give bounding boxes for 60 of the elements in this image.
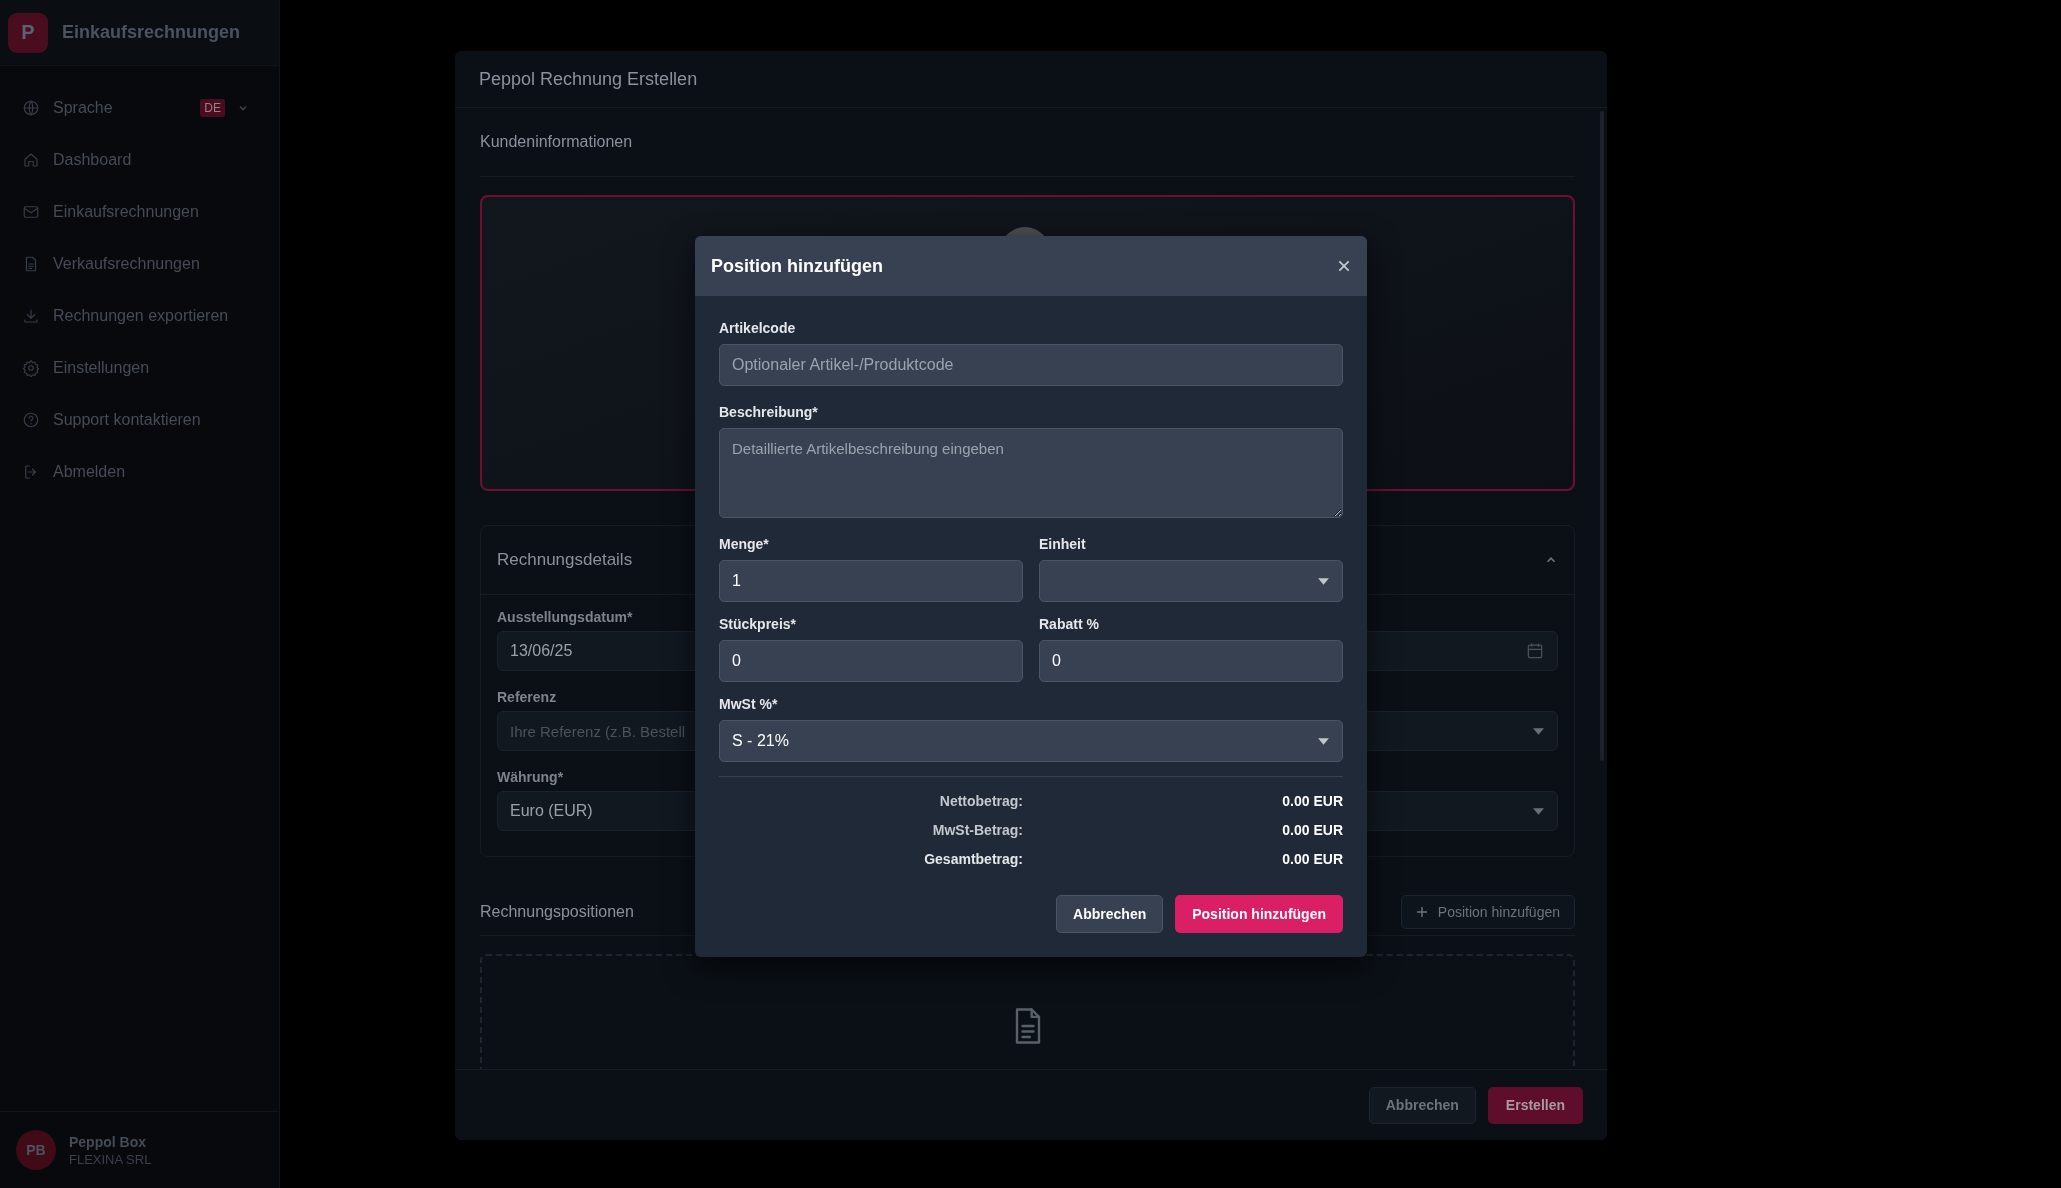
field-label: Einheit: [1039, 536, 1087, 553]
dialog-title: Peppol Rechnung Erstellen: [479, 68, 698, 90]
sidebar-item[interactable]: Einkaufsrechnungen: [0, 186, 279, 238]
sidebar-item[interactable]: Abmelden: [0, 446, 279, 498]
sidebar-item[interactable]: Sprache DE: [0, 82, 279, 134]
field-label: Referenz: [497, 689, 557, 705]
plus-icon: [1415, 906, 1428, 918]
language-badge: DE: [200, 99, 225, 117]
total-value: 0.00 EUR: [1281, 793, 1343, 809]
home-icon: [22, 151, 40, 169]
sidebar-item[interactable]: Dashboard: [0, 134, 279, 186]
add-position-button[interactable]: Position hinzufügen: [1400, 895, 1575, 929]
create-button[interactable]: Erstellen: [1487, 1086, 1583, 1124]
dropdown-arrow-icon: [1532, 726, 1545, 736]
sidebar-item[interactable]: Verkaufsrechnungen: [0, 238, 279, 290]
input-field[interactable]: 1: [719, 560, 1023, 602]
field-label: MwSt %*: [719, 696, 779, 713]
total-value: 0.00 EUR: [1281, 851, 1343, 867]
close-icon[interactable]: [1337, 259, 1351, 273]
section-title: Rechnungsdetails: [497, 550, 633, 570]
envelope-icon: [22, 203, 40, 221]
sidebar-item[interactable]: Rechnungen exportieren: [0, 290, 279, 342]
cancel-button[interactable]: Abbrechen: [1368, 1086, 1476, 1124]
cancel-button[interactable]: Abbrechen: [1056, 895, 1164, 933]
submit-button[interactable]: Position hinzufügen: [1175, 895, 1343, 933]
field-label: Beschreibung*: [719, 404, 819, 421]
user-avatar: PB: [16, 1130, 56, 1170]
input-field[interactable]: Optionaler Artikel-/Produktcode: [719, 344, 1343, 386]
total-value: 0.00 EUR: [1281, 822, 1343, 838]
field-label: Ausstellungsdatum*: [497, 609, 633, 625]
input-field[interactable]: 0: [719, 640, 1023, 682]
field-label: Stückpreis*: [719, 616, 798, 633]
total-label: Gesamtbetrag:: [923, 851, 1023, 867]
field-label: Artikelcode: [719, 320, 797, 337]
calendar-icon: [1525, 641, 1545, 661]
total-label: MwSt-Betrag:: [931, 822, 1023, 838]
app-logo[interactable]: P: [8, 12, 48, 53]
total-label: Nettobetrag:: [938, 793, 1023, 809]
app-title: Einkaufsrechnungen: [62, 22, 241, 43]
section-title: Rechnungspositionen: [480, 903, 634, 921]
company-name: FLEXINA SRL: [69, 1151, 152, 1167]
user-name: Peppol Box: [69, 1133, 147, 1150]
globe-icon: [22, 99, 40, 117]
input-field[interactable]: 0: [1039, 640, 1343, 682]
select-field[interactable]: S - 21%: [719, 720, 1343, 762]
dropdown-arrow-icon: [1532, 806, 1545, 816]
section-title: Kundeninformationen: [480, 133, 633, 151]
dropdown-arrow-icon: [1317, 736, 1330, 746]
modal-title: Position hinzufügen: [711, 255, 883, 277]
sidebar-item[interactable]: Support kontaktieren: [0, 394, 279, 446]
download-icon: [22, 307, 40, 325]
field-label: Menge*: [719, 536, 770, 553]
select-field[interactable]: [1039, 560, 1343, 602]
sidebar-item[interactable]: Einstellungen: [0, 342, 279, 394]
help-icon: [22, 411, 40, 429]
gear-icon: [22, 359, 40, 377]
field-label: Rabatt %: [1039, 616, 1100, 633]
textarea-field[interactable]: Detaillierte Artikelbeschreibung eingeben: [719, 428, 1343, 518]
field-label: Währung*: [497, 769, 564, 785]
dropdown-arrow-icon: [1317, 576, 1330, 586]
